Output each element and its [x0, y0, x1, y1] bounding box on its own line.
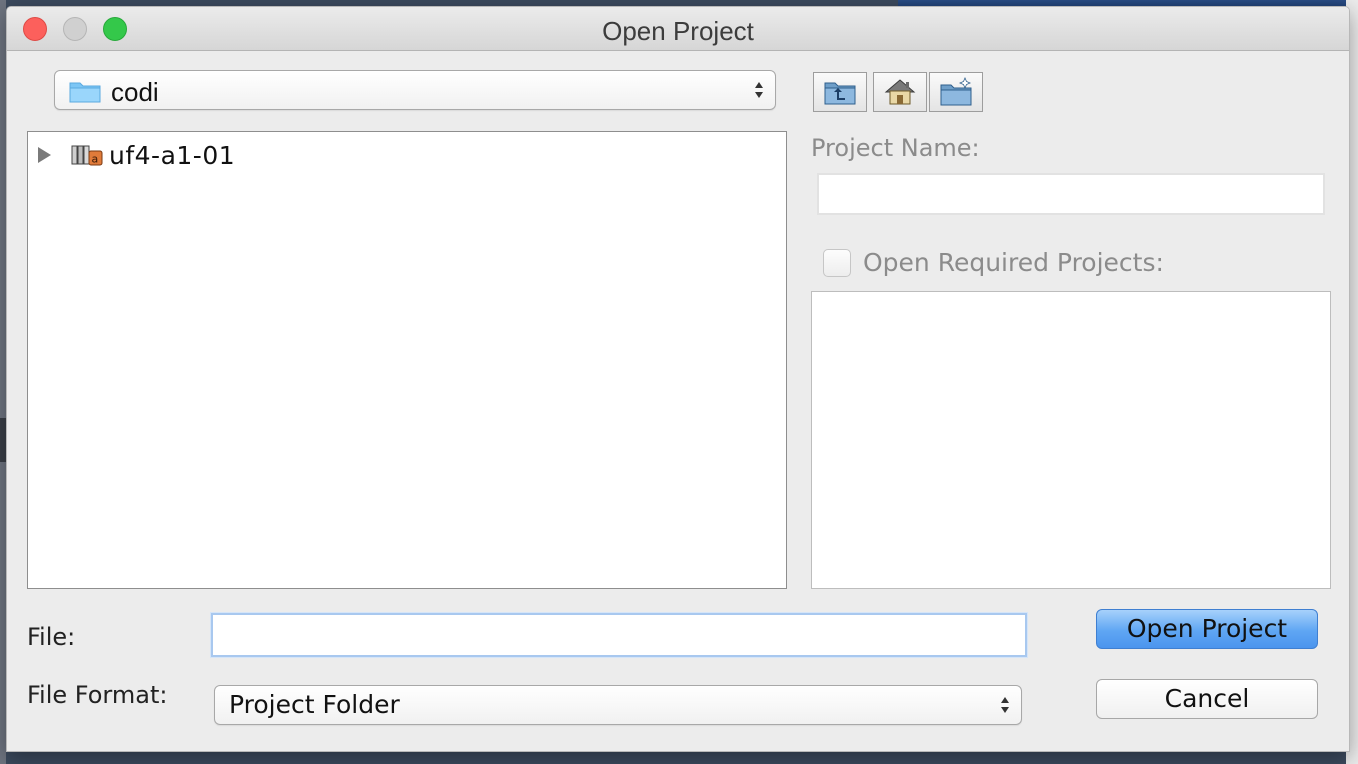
cancel-button[interactable]: Cancel [1096, 679, 1318, 719]
chevron-up-down-icon [1001, 697, 1009, 713]
file-label: File: [27, 623, 76, 651]
project-icon: a [71, 145, 103, 166]
open-required-projects-label: Open Required Projects: [863, 248, 1164, 277]
open-project-button[interactable]: Open Project [1096, 609, 1318, 649]
disclosure-triangle-icon[interactable] [38, 147, 51, 163]
file-input[interactable] [211, 613, 1027, 657]
folder-up-icon [824, 82, 856, 105]
project-name-label: Project Name: [811, 134, 980, 162]
look-in-folder-select[interactable]: codi [54, 70, 776, 110]
home-button[interactable] [873, 72, 927, 112]
required-projects-list[interactable] [811, 291, 1331, 589]
project-name-field[interactable] [817, 173, 1325, 215]
new-folder-button[interactable] [929, 72, 983, 112]
open-required-projects-checkbox[interactable] [823, 249, 851, 277]
file-format-label: File Format: [27, 681, 168, 709]
file-format-select[interactable]: Project Folder [214, 685, 1022, 725]
tree-item-label: uf4-a1-01 [109, 140, 236, 170]
file-format-value: Project Folder [229, 690, 400, 719]
look-in-folder-value: codi [111, 77, 159, 107]
up-one-level-button[interactable] [813, 72, 867, 112]
open-project-dialog: Open Project codi a uf4-a1-01 Project Na… [6, 6, 1350, 752]
folder-icon [69, 82, 101, 103]
home-icon [884, 79, 916, 105]
tree-item[interactable]: a uf4-a1-01 [38, 140, 235, 170]
new-folder-icon [940, 77, 972, 106]
project-tree[interactable]: a uf4-a1-01 [27, 131, 787, 589]
svg-text:a: a [92, 153, 99, 166]
window-title: Open Project [602, 16, 754, 46]
chevron-up-down-icon [755, 82, 763, 98]
title-bar: Open Project [7, 7, 1349, 51]
